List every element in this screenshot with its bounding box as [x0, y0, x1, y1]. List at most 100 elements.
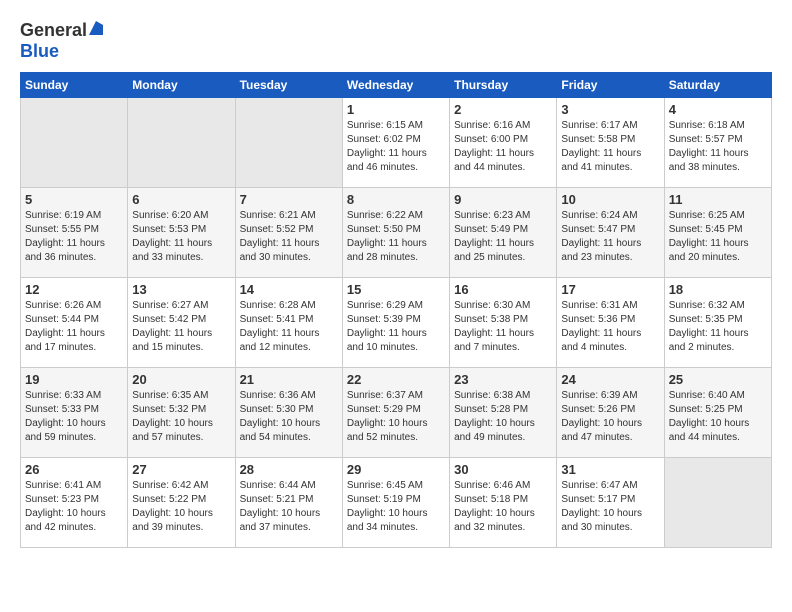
calendar-cell — [128, 98, 235, 188]
day-number: 7 — [240, 192, 338, 207]
day-number: 14 — [240, 282, 338, 297]
calendar-cell: 19 Sunrise: 6:33 AMSunset: 5:33 PMDayligh… — [21, 368, 128, 458]
cell-info: Sunrise: 6:42 AMSunset: 5:22 PMDaylight:… — [132, 479, 230, 535]
day-number: 23 — [454, 372, 552, 387]
calendar-cell: 30 Sunrise: 6:46 AMSunset: 5:18 PMDayligh… — [450, 458, 557, 548]
calendar-cell: 24 Sunrise: 6:39 AMSunset: 5:26 PMDayligh… — [557, 368, 664, 458]
calendar-cell: 11 Sunrise: 6:25 AMSunset: 5:45 PMDayligh… — [664, 188, 771, 278]
cell-info: Sunrise: 6:22 AMSunset: 5:50 PMDaylight:… — [347, 209, 445, 265]
day-number: 17 — [561, 282, 659, 297]
column-header-sunday: Sunday — [21, 73, 128, 98]
column-header-tuesday: Tuesday — [235, 73, 342, 98]
day-number: 26 — [25, 462, 123, 477]
day-number: 30 — [454, 462, 552, 477]
column-header-saturday: Saturday — [664, 73, 771, 98]
day-number: 8 — [347, 192, 445, 207]
logo: General Blue — [20, 20, 103, 62]
day-number: 16 — [454, 282, 552, 297]
calendar-cell: 7 Sunrise: 6:21 AMSunset: 5:52 PMDaylight… — [235, 188, 342, 278]
cell-info: Sunrise: 6:23 AMSunset: 5:49 PMDaylight:… — [454, 209, 552, 265]
day-number: 2 — [454, 102, 552, 117]
day-number: 10 — [561, 192, 659, 207]
cell-info: Sunrise: 6:27 AMSunset: 5:42 PMDaylight:… — [132, 299, 230, 355]
cell-info: Sunrise: 6:17 AMSunset: 5:58 PMDaylight:… — [561, 119, 659, 175]
calendar-cell: 1 Sunrise: 6:15 AMSunset: 6:02 PMDaylight… — [342, 98, 449, 188]
calendar-cell: 14Sunrise: 6:28 AMSunset: 5:41 PMDayligh… — [235, 278, 342, 368]
calendar-cell: 17 Sunrise: 6:31 AMSunset: 5:36 PMDayligh… — [557, 278, 664, 368]
calendar-week-row: 12 Sunrise: 6:26 AMSunset: 5:44 PMDayligh… — [21, 278, 772, 368]
calendar-cell: 16Sunrise: 6:30 AMSunset: 5:38 PMDayligh… — [450, 278, 557, 368]
calendar-cell — [235, 98, 342, 188]
cell-info: Sunrise: 6:19 AMSunset: 5:55 PMDaylight:… — [25, 209, 123, 265]
logo-general: General — [20, 20, 87, 41]
cell-info: Sunrise: 6:31 AMSunset: 5:36 PMDaylight:… — [561, 299, 659, 355]
cell-info: Sunrise: 6:44 AMSunset: 5:21 PMDaylight:… — [240, 479, 338, 535]
calendar-cell: 22 Sunrise: 6:37 AMSunset: 5:29 PMDayligh… — [342, 368, 449, 458]
column-header-wednesday: Wednesday — [342, 73, 449, 98]
calendar-cell: 10 Sunrise: 6:24 AMSunset: 5:47 PMDayligh… — [557, 188, 664, 278]
calendar-cell: 3Sunrise: 6:17 AMSunset: 5:58 PMDaylight… — [557, 98, 664, 188]
calendar-cell: 31Sunrise: 6:47 AMSunset: 5:17 PMDayligh… — [557, 458, 664, 548]
calendar-cell: 26 Sunrise: 6:41 AMSunset: 5:23 PMDayligh… — [21, 458, 128, 548]
day-number: 25 — [669, 372, 767, 387]
calendar-cell: 18 Sunrise: 6:32 AMSunset: 5:35 PMDayligh… — [664, 278, 771, 368]
day-number: 15 — [347, 282, 445, 297]
calendar-cell: 28 Sunrise: 6:44 AMSunset: 5:21 PMDayligh… — [235, 458, 342, 548]
calendar-cell: 8 Sunrise: 6:22 AMSunset: 5:50 PMDaylight… — [342, 188, 449, 278]
column-header-friday: Friday — [557, 73, 664, 98]
day-number: 1 — [347, 102, 445, 117]
day-number: 20 — [132, 372, 230, 387]
day-number: 21 — [240, 372, 338, 387]
calendar-cell: 6Sunrise: 6:20 AMSunset: 5:53 PMDaylight… — [128, 188, 235, 278]
cell-info: Sunrise: 6:41 AMSunset: 5:23 PMDaylight:… — [25, 479, 123, 535]
calendar-cell: 29Sunrise: 6:45 AMSunset: 5:19 PMDayligh… — [342, 458, 449, 548]
calendar-header-row: SundayMondayTuesdayWednesdayThursdayFrid… — [21, 73, 772, 98]
day-number: 22 — [347, 372, 445, 387]
cell-info: Sunrise: 6:18 AMSunset: 5:57 PMDaylight:… — [669, 119, 767, 175]
page-header: General Blue — [20, 20, 772, 62]
cell-info: Sunrise: 6:40 AMSunset: 5:25 PMDaylight:… — [669, 389, 767, 445]
day-number: 27 — [132, 462, 230, 477]
day-number: 18 — [669, 282, 767, 297]
calendar-cell: 15 Sunrise: 6:29 AMSunset: 5:39 PMDayligh… — [342, 278, 449, 368]
cell-info: Sunrise: 6:35 AMSunset: 5:32 PMDaylight:… — [132, 389, 230, 445]
calendar-cell — [21, 98, 128, 188]
cell-info: Sunrise: 6:26 AMSunset: 5:44 PMDaylight:… — [25, 299, 123, 355]
cell-info: Sunrise: 6:36 AMSunset: 5:30 PMDaylight:… — [240, 389, 338, 445]
calendar-cell: 27 Sunrise: 6:42 AMSunset: 5:22 PMDayligh… — [128, 458, 235, 548]
calendar-cell: 9 Sunrise: 6:23 AMSunset: 5:49 PMDaylight… — [450, 188, 557, 278]
calendar-week-row: 19 Sunrise: 6:33 AMSunset: 5:33 PMDayligh… — [21, 368, 772, 458]
cell-info: Sunrise: 6:24 AMSunset: 5:47 PMDaylight:… — [561, 209, 659, 265]
cell-info: Sunrise: 6:32 AMSunset: 5:35 PMDaylight:… — [669, 299, 767, 355]
cell-info: Sunrise: 6:47 AMSunset: 5:17 PMDaylight:… — [561, 479, 659, 535]
calendar-cell — [664, 458, 771, 548]
calendar-cell: 2 Sunrise: 6:16 AMSunset: 6:00 PMDaylight… — [450, 98, 557, 188]
cell-info: Sunrise: 6:15 AMSunset: 6:02 PMDaylight:… — [347, 119, 445, 175]
day-number: 24 — [561, 372, 659, 387]
cell-info: Sunrise: 6:38 AMSunset: 5:28 PMDaylight:… — [454, 389, 552, 445]
day-number: 19 — [25, 372, 123, 387]
day-number: 29 — [347, 462, 445, 477]
cell-info: Sunrise: 6:33 AMSunset: 5:33 PMDaylight:… — [25, 389, 123, 445]
calendar-cell: 5 Sunrise: 6:19 AMSunset: 5:55 PMDaylight… — [21, 188, 128, 278]
cell-info: Sunrise: 6:37 AMSunset: 5:29 PMDaylight:… — [347, 389, 445, 445]
day-number: 9 — [454, 192, 552, 207]
calendar-week-row: 1 Sunrise: 6:15 AMSunset: 6:02 PMDaylight… — [21, 98, 772, 188]
cell-info: Sunrise: 6:39 AMSunset: 5:26 PMDaylight:… — [561, 389, 659, 445]
day-number: 11 — [669, 192, 767, 207]
cell-info: Sunrise: 6:29 AMSunset: 5:39 PMDaylight:… — [347, 299, 445, 355]
logo-icon — [89, 21, 103, 35]
cell-info: Sunrise: 6:16 AMSunset: 6:00 PMDaylight:… — [454, 119, 552, 175]
calendar-cell: 21 Sunrise: 6:36 AMSunset: 5:30 PMDayligh… — [235, 368, 342, 458]
cell-info: Sunrise: 6:21 AMSunset: 5:52 PMDaylight:… — [240, 209, 338, 265]
day-number: 28 — [240, 462, 338, 477]
calendar-cell: 4Sunrise: 6:18 AMSunset: 5:57 PMDaylight… — [664, 98, 771, 188]
day-number: 5 — [25, 192, 123, 207]
day-number: 12 — [25, 282, 123, 297]
cell-info: Sunrise: 6:46 AMSunset: 5:18 PMDaylight:… — [454, 479, 552, 535]
calendar-table: SundayMondayTuesdayWednesdayThursdayFrid… — [20, 72, 772, 548]
calendar-week-row: 26 Sunrise: 6:41 AMSunset: 5:23 PMDayligh… — [21, 458, 772, 548]
cell-info: Sunrise: 6:25 AMSunset: 5:45 PMDaylight:… — [669, 209, 767, 265]
logo-blue: Blue — [20, 41, 103, 62]
calendar-cell: 12 Sunrise: 6:26 AMSunset: 5:44 PMDayligh… — [21, 278, 128, 368]
